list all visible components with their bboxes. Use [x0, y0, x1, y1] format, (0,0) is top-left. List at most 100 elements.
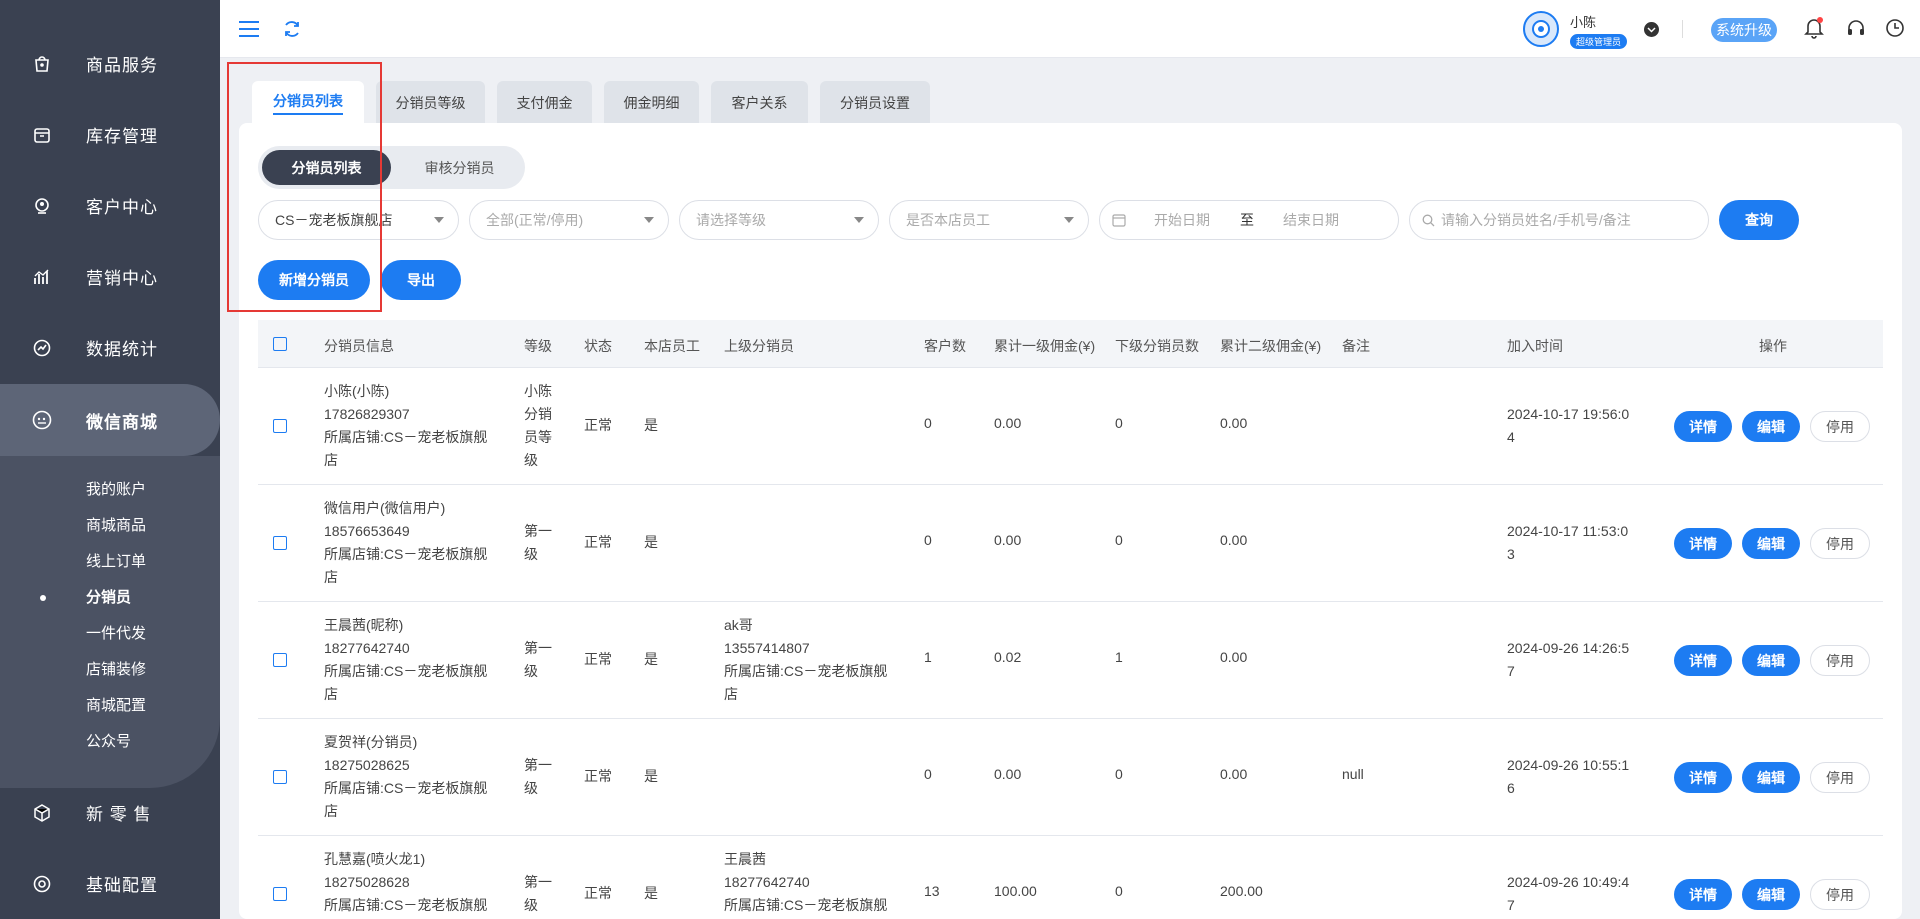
detail-button[interactable]: 详情: [1674, 645, 1732, 676]
level2-commission-cell: 0.00: [1220, 532, 1248, 548]
status-cell: 正常: [584, 534, 612, 550]
table-row: 孔慧嘉(喷火龙1)18275028628所属店铺:CS－宠老板旗舰店第一级正常是…: [258, 836, 1883, 919]
level1-commission-cell: 0.02: [994, 649, 1022, 665]
edit-button[interactable]: 编辑: [1742, 411, 1800, 442]
distributor-info-line: 所属店铺:CS－宠老板旗舰: [324, 897, 488, 913]
sidebar-sub-item-distributor[interactable]: 分销员: [40, 580, 131, 616]
sub-distributor-count-cell: 1: [1115, 649, 1123, 665]
row-checkbox[interactable]: [273, 887, 287, 901]
sidebar-item-label: 基础配置: [86, 876, 158, 895]
level-line: 第一: [524, 874, 552, 890]
sidebar-item-stats[interactable]: 数据统计: [0, 312, 220, 383]
edit-button[interactable]: 编辑: [1742, 645, 1800, 676]
sidebar-item-label: 库存管理: [86, 127, 158, 146]
add-distributor-button[interactable]: 新增分销员: [258, 260, 370, 300]
col-header: 加入时间: [1507, 338, 1563, 354]
detail-button[interactable]: 详情: [1674, 411, 1732, 442]
goods-icon: [31, 53, 53, 75]
join-time-line: 3: [1507, 546, 1515, 562]
disable-button[interactable]: 停用: [1810, 645, 1870, 676]
sidebar-item-config[interactable]: 基础配置: [0, 848, 220, 919]
sub-distributor-count-cell: 0: [1115, 532, 1123, 548]
sidebar-item-customer[interactable]: 客户中心: [0, 170, 220, 241]
status-select[interactable]: 全部(正常/停用): [469, 200, 669, 240]
level-line: 级: [524, 546, 538, 562]
segment-review-distributor[interactable]: 审核分销员: [398, 150, 521, 185]
menu-toggle-icon[interactable]: [237, 17, 261, 41]
sidebar-sub-item[interactable]: 线上订单: [86, 544, 146, 580]
export-button[interactable]: 导出: [381, 260, 461, 300]
tab-pay-commission[interactable]: 支付佣金: [497, 81, 592, 125]
col-header: 下级分销员数: [1115, 338, 1199, 354]
tab-customer-relation[interactable]: 客户关系: [711, 81, 808, 125]
edit-button[interactable]: 编辑: [1742, 762, 1800, 793]
sidebar-item-inventory[interactable]: 库存管理: [0, 99, 220, 170]
query-button[interactable]: 查询: [1719, 200, 1799, 240]
detail-button[interactable]: 详情: [1674, 762, 1732, 793]
select-all-checkbox[interactable]: [273, 337, 287, 351]
customer-count-cell: 1: [924, 649, 932, 665]
disable-button[interactable]: 停用: [1810, 879, 1870, 910]
sidebar-item-marketing[interactable]: 营销中心: [0, 241, 220, 312]
system-upgrade-button[interactable]: 系统升级: [1711, 18, 1777, 42]
tab-distributor-list[interactable]: 分销员列表: [252, 81, 364, 125]
disable-button[interactable]: 停用: [1810, 528, 1870, 559]
level-line: 级: [524, 897, 538, 913]
sidebar-sub-item[interactable]: 公众号: [86, 724, 131, 760]
sub-distributor-count-cell: 0: [1115, 766, 1123, 782]
user-name: 小陈: [1570, 15, 1597, 30]
edit-button[interactable]: 编辑: [1742, 879, 1800, 910]
detail-button[interactable]: 详情: [1674, 528, 1732, 559]
row-checkbox[interactable]: [273, 419, 287, 433]
disable-button[interactable]: 停用: [1810, 411, 1870, 442]
distributor-info-line: 店: [324, 452, 338, 468]
table-header: 分销员信息 等级 状态 本店员工 上级分销员 客户数 累计一级佣金(¥) 下级分…: [258, 320, 1883, 368]
distributor-info-line: 所属店铺:CS－宠老板旗舰: [324, 429, 488, 445]
search-input[interactable]: 请输入分销员姓名/手机号/备注: [1409, 200, 1709, 240]
parent-distributor-line: 13557414807: [724, 640, 810, 656]
retail-icon: [31, 802, 53, 824]
sidebar-submenu: 我的账户 商城商品 线上订单 分销员 一件代发 店铺装修 商城配置 公众号: [0, 456, 220, 788]
sidebar-item-label: 新 零 售: [86, 805, 152, 824]
refresh-icon[interactable]: [281, 18, 303, 40]
staff-cell: 是: [644, 534, 658, 550]
col-header: 操作: [1759, 338, 1787, 354]
disable-button[interactable]: 停用: [1810, 762, 1870, 793]
status-select-placeholder: 全部(正常/停用): [486, 212, 584, 228]
start-date-input[interactable]: 开始日期: [1154, 210, 1210, 230]
segment-distributor-list[interactable]: 分销员列表: [262, 150, 391, 185]
level-select[interactable]: 请选择等级: [679, 200, 879, 240]
caret-down-icon: [434, 217, 444, 223]
row-checkbox[interactable]: [273, 770, 287, 784]
sidebar-sub-item[interactable]: 一件代发: [86, 616, 146, 652]
avatar[interactable]: [1523, 11, 1559, 47]
sidebar-item-retail[interactable]: 新 零 售: [0, 777, 220, 848]
tab-commission-detail[interactable]: 佣金明细: [604, 81, 699, 125]
bell-icon[interactable]: [1803, 17, 1825, 39]
sidebar-sub-item[interactable]: 店铺装修: [86, 652, 146, 688]
date-range-picker[interactable]: 开始日期 至 结束日期: [1099, 200, 1399, 240]
col-header: 累计一级佣金(¥): [994, 338, 1096, 354]
sidebar-sub-item[interactable]: 商城商品: [86, 508, 146, 544]
chevron-down-icon[interactable]: [1644, 22, 1659, 37]
sidebar-item-goods[interactable]: 商品服务: [0, 28, 220, 99]
staff-select[interactable]: 是否本店员工: [889, 200, 1089, 240]
end-date-input[interactable]: 结束日期: [1283, 210, 1339, 230]
row-checkbox[interactable]: [273, 653, 287, 667]
level-line: 级: [524, 452, 538, 468]
customer-count-cell: 0: [924, 415, 932, 431]
detail-button[interactable]: 详情: [1674, 879, 1732, 910]
store-select[interactable]: CS－宠老板旗舰店: [258, 200, 459, 240]
sidebar-sub-item[interactable]: 我的账户: [86, 472, 146, 508]
level-line: 级: [524, 663, 538, 679]
edit-button[interactable]: 编辑: [1742, 528, 1800, 559]
parent-distributor-line: 店: [724, 686, 738, 702]
tab-distributor-settings[interactable]: 分销员设置: [820, 81, 930, 125]
table-row: 夏贺祥(分销员) 18275028625 所属店铺:CS－宠老板旗舰店 第一级 正常 是 0…: [258, 719, 1883, 836]
headset-icon[interactable]: [1845, 17, 1867, 39]
sidebar-sub-item[interactable]: 商城配置: [86, 688, 146, 724]
tab-distributor-level[interactable]: 分销员等级: [376, 81, 485, 125]
clock-icon[interactable]: [1884, 17, 1906, 39]
parent-distributor-line: 王晨茜: [724, 851, 766, 867]
row-checkbox[interactable]: [273, 536, 287, 550]
